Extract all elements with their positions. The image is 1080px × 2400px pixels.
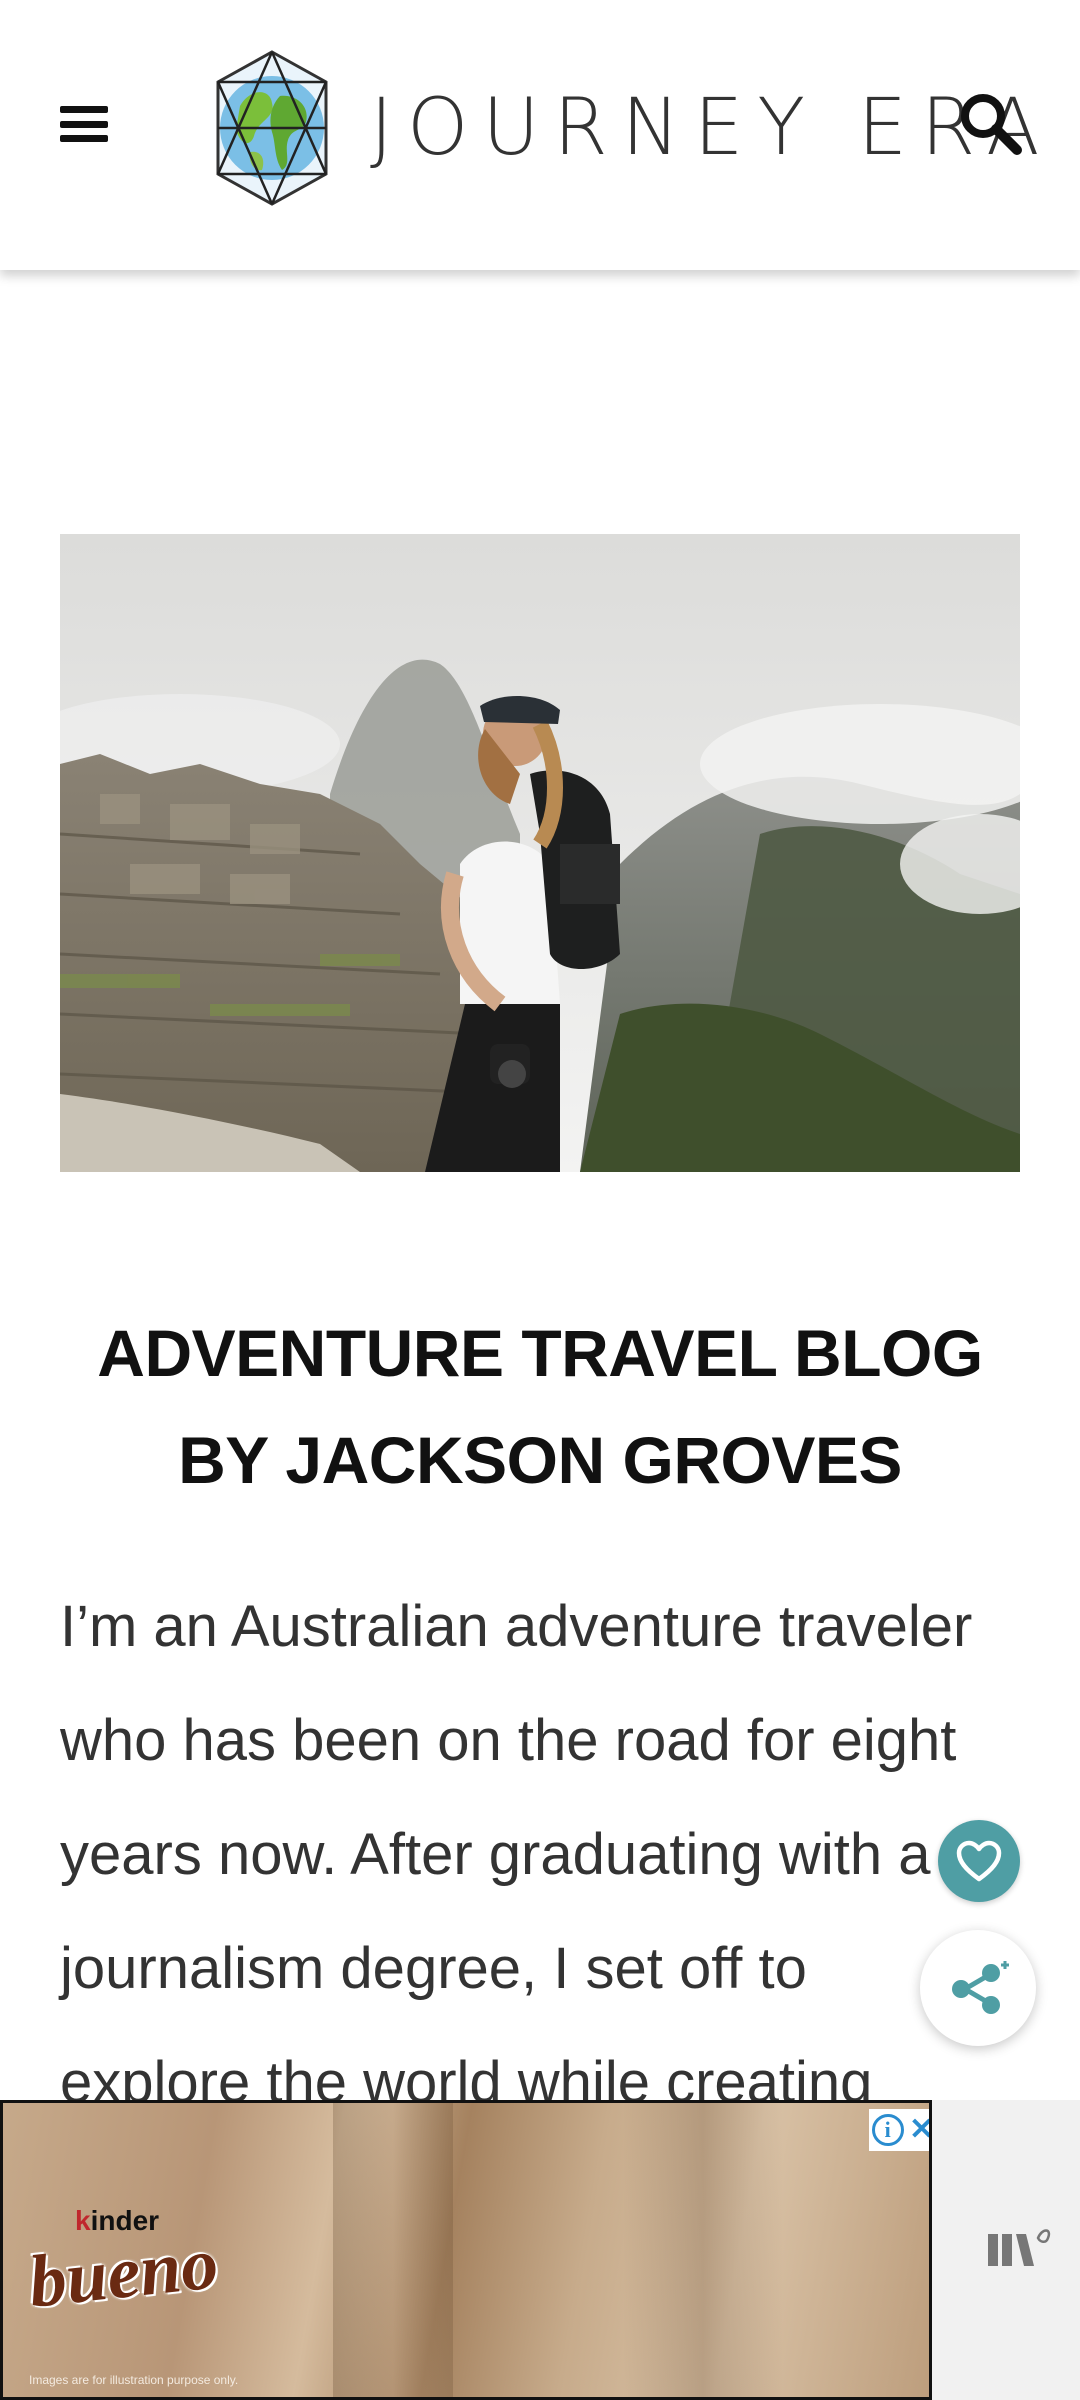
hero-photo xyxy=(60,534,1020,1172)
ad-disclaimer: Images are for illustration purpose only… xyxy=(29,2373,239,2387)
share-button[interactable] xyxy=(920,1930,1036,2046)
intro-line: who has been on the road for eight xyxy=(60,1708,957,1773)
ad-info-icon[interactable]: i xyxy=(871,2114,904,2146)
ad-network-logo-icon xyxy=(988,2229,1051,2266)
ad-close-icon[interactable]: ✕ xyxy=(909,2115,929,2145)
page-title: ADVENTURE TRAVEL BLOG BY JACKSON GROVES xyxy=(60,1300,1020,1514)
globe-logo-icon xyxy=(216,50,328,206)
logo-text: JOURNEY ERA xyxy=(370,83,1054,173)
intro-line: journalism degree, I set off to xyxy=(60,1936,807,2001)
ad-choices[interactable]: i ✕ xyxy=(869,2109,929,2151)
intro-line: I’m an Australian adventure traveler xyxy=(60,1594,973,1659)
hamburger-menu-icon[interactable] xyxy=(52,100,116,148)
ad-brand: bueno xyxy=(25,2222,222,2324)
intro-paragraph: I’m an Australian adventure traveler who… xyxy=(60,1570,1020,2140)
ad-creative[interactable]: kinder bueno Images are for illustration… xyxy=(0,2100,932,2400)
share-icon xyxy=(952,1961,1009,2014)
intro-line: years now. After graduating with a xyxy=(60,1822,931,1887)
heart-icon xyxy=(956,1840,1002,1882)
title-line-2: BY JACKSON GROVES xyxy=(178,1423,902,1497)
site-header: JOURNEY ERA xyxy=(0,0,1080,270)
search-icon[interactable] xyxy=(955,88,1025,158)
favorite-button[interactable] xyxy=(938,1820,1020,1902)
title-line-1: ADVENTURE TRAVEL BLOG xyxy=(97,1316,983,1390)
ad-banner: kinder bueno Images are for illustration… xyxy=(0,2100,1080,2400)
page: JOURNEY ERA ADVENTURE TRAVEL BLOG BY JAC… xyxy=(0,0,1080,2400)
site-logo[interactable]: JOURNEY ERA xyxy=(210,48,1053,208)
